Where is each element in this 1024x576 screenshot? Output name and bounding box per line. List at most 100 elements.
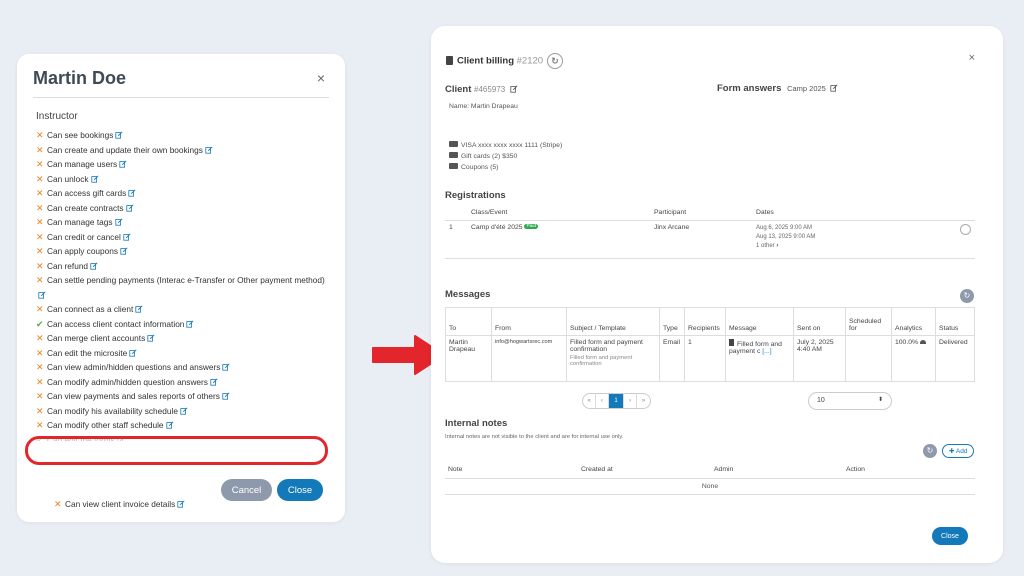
registrations-title: Registrations: [445, 190, 506, 201]
edit-icon[interactable]: [135, 305, 143, 313]
messages-table: To From Subject / Template Type Recipien…: [445, 307, 975, 382]
permission-item[interactable]: ✕ Can modify other staff schedule: [36, 418, 332, 433]
permission-item[interactable]: ✔ Can edit the forms: [36, 433, 332, 441]
edit-icon[interactable]: [210, 377, 218, 386]
x-mark-icon: ✕: [36, 275, 44, 285]
edit-icon[interactable]: [120, 247, 128, 255]
permission-label: Can modify his availability schedule: [47, 405, 178, 416]
x-mark-icon: ✕: [36, 347, 44, 358]
permission-label: Can create and update their own bookings: [47, 144, 203, 155]
permission-item[interactable]: ✕ Can create and update their own booking…: [36, 143, 332, 158]
client-name: Name: Martin Drapeau: [449, 103, 518, 110]
edit-icon[interactable]: [125, 203, 134, 212]
next-page-button[interactable]: ›: [624, 394, 637, 408]
permission-item[interactable]: ✕ Can connect as a client: [36, 302, 332, 317]
close-button[interactable]: Close: [277, 479, 323, 501]
column-header: Created at: [578, 462, 711, 479]
permission-item[interactable]: ✕ Can modify his availability schedule: [36, 404, 332, 419]
edit-icon[interactable]: [123, 232, 131, 241]
permission-item[interactable]: ✕ Can edit the microsite: [36, 346, 332, 361]
page-size-select[interactable]: 10 ⬍: [808, 392, 892, 410]
last-page-button[interactable]: »: [637, 394, 650, 408]
column-header: Dates: [752, 206, 945, 221]
permission-item[interactable]: ✕ Can modify admin/hidden question answer…: [36, 375, 332, 390]
permission-item[interactable]: ✕ Can unlock: [36, 172, 332, 187]
cancel-button[interactable]: Cancel: [221, 479, 272, 501]
permission-item[interactable]: ✕ Can manage users: [36, 157, 332, 172]
permission-label: Can settle pending payments (Interac e-T…: [47, 275, 325, 285]
permission-item[interactable]: ✕ Can apply coupons: [36, 244, 332, 259]
permission-item[interactable]: ✕ Can create contracts: [36, 201, 332, 216]
edit-icon[interactable]: [90, 174, 99, 183]
permission-item[interactable]: ✕ Can view payments and sales reports of …: [36, 389, 332, 404]
form-answers-value[interactable]: Camp 2025: [787, 84, 826, 93]
close-icon[interactable]: ×: [317, 70, 325, 86]
permission-label: Can create contracts: [47, 202, 124, 213]
chevron-right-icon: ›: [776, 242, 779, 249]
refresh-icon[interactable]: ↻: [923, 444, 937, 458]
message-preview[interactable]: Filled form and payment c [...]: [725, 335, 794, 382]
edit-icon[interactable]: [38, 290, 46, 299]
edit-icon[interactable]: [222, 392, 230, 400]
add-note-button[interactable]: ✚ Add: [942, 444, 975, 458]
permission-label: Can manage tags: [47, 217, 113, 227]
edit-icon[interactable]: [180, 406, 188, 415]
permission-item[interactable]: ✕ Can see bookings: [36, 128, 332, 143]
empty-state: None: [445, 478, 975, 495]
edit-icon[interactable]: [510, 85, 518, 93]
permission-item[interactable]: ✕ Can merge client accounts: [36, 331, 332, 346]
checkmark-icon: ✔: [36, 434, 44, 441]
participant: Jinx Arcane: [650, 220, 752, 259]
document-icon: [446, 55, 453, 65]
permission-item[interactable]: ✔ Can access client contact information: [36, 317, 332, 332]
x-mark-icon: ✕: [36, 333, 44, 343]
close-button[interactable]: Close: [932, 527, 968, 545]
edit-icon[interactable]: [129, 348, 137, 357]
permission-label: Can view payments and sales reports of o…: [47, 391, 220, 401]
edit-icon[interactable]: [830, 84, 839, 92]
edit-icon[interactable]: [222, 363, 230, 371]
x-mark-icon: ✕: [36, 246, 44, 256]
column-header: Admin: [711, 462, 843, 479]
select-radio[interactable]: [960, 223, 971, 235]
edit-icon[interactable]: [128, 189, 136, 197]
payment-coupons: Coupons (5): [449, 163, 498, 171]
edit-icon[interactable]: [119, 160, 127, 168]
permission-item[interactable]: ✕ Can manage tags: [36, 215, 332, 230]
form-answers-section: Form answers Camp 2025: [717, 83, 839, 94]
prev-page-button[interactable]: ‹: [596, 394, 609, 408]
permission-item[interactable]: ✕ Can refund: [36, 259, 332, 274]
x-mark-icon: ✕: [36, 405, 44, 416]
permission-item[interactable]: ✕ Can credit or cancel: [36, 230, 332, 245]
event-link[interactable]: Camp d'été 2025: [471, 224, 523, 231]
edit-icon[interactable]: [117, 435, 125, 441]
first-page-button[interactable]: «: [583, 394, 596, 408]
permission-item[interactable]: ✕ Can settle pending payments (Interac e-…: [36, 273, 332, 302]
permission-label: Can unlock: [47, 173, 89, 184]
column-header: Note: [445, 462, 578, 479]
permission-label: Can apply coupons: [47, 246, 119, 256]
permission-label: Can view client invoice details: [65, 499, 176, 509]
x-mark-icon: ✕: [54, 499, 62, 509]
edit-icon[interactable]: [205, 145, 213, 154]
billing-title: Client billing #2120 ↻: [446, 53, 564, 69]
edit-icon[interactable]: [186, 319, 194, 328]
edit-icon[interactable]: [90, 261, 98, 270]
permission-label: Can access gift cards: [47, 188, 127, 198]
refresh-icon[interactable]: ↻: [960, 289, 974, 303]
edit-icon[interactable]: [147, 334, 155, 342]
refresh-icon[interactable]: ↻: [547, 53, 564, 69]
other-dates-link[interactable]: 1 other ›: [756, 242, 941, 251]
edit-icon[interactable]: [114, 218, 123, 226]
x-mark-icon: ✕: [36, 420, 44, 430]
permission-item[interactable]: ✕ Can view admin/hidden questions and ans…: [36, 360, 332, 375]
permission-item[interactable]: ✕ Can access gift cards: [36, 186, 332, 201]
edit-icon[interactable]: [165, 421, 174, 429]
page-button[interactable]: 1: [609, 394, 624, 408]
close-icon[interactable]: ×: [969, 52, 975, 64]
client-number[interactable]: #465973: [474, 85, 505, 94]
edit-icon[interactable]: [177, 500, 185, 508]
edit-icon[interactable]: [115, 131, 123, 139]
plus-icon: ✚: [949, 448, 955, 455]
x-mark-icon: ✕: [36, 376, 44, 387]
